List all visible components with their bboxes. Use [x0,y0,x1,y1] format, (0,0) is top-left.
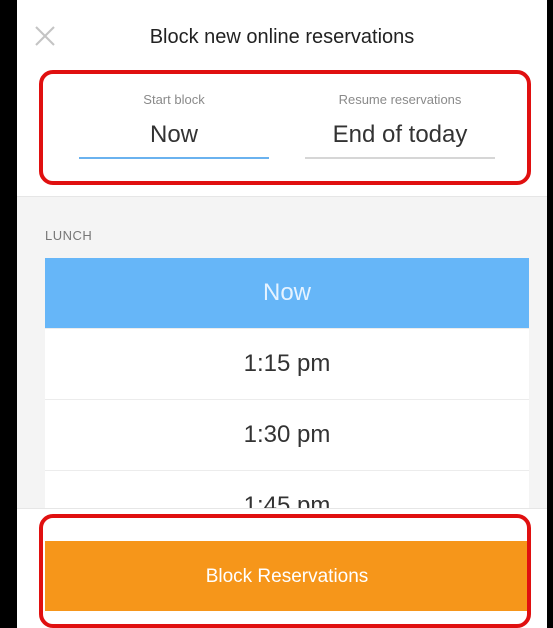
block-reservations-button[interactable]: Block Reservations [45,541,529,611]
resume-reservations-label: Resume reservations [338,92,462,107]
resume-reservations-value[interactable]: End of today [305,121,495,159]
resume-reservations-field[interactable]: Resume reservations End of today [305,92,495,159]
page-title: Block new online reservations [149,26,415,48]
time-option-now[interactable]: Now [45,258,529,329]
header: Block new online reservations [17,0,547,73]
time-option[interactable]: 1:45 pm [45,471,529,508]
start-block-value[interactable]: Now [79,121,269,159]
footer: Block Reservations [17,508,547,628]
start-block-field[interactable]: Start block Now [79,92,269,159]
reservation-block-panel: Block new online reservations Start bloc… [17,0,547,628]
time-option[interactable]: 1:15 pm [45,329,529,400]
time-option[interactable]: 1:30 pm [45,400,529,471]
section-label-lunch: LUNCH [45,228,93,243]
time-list[interactable]: Now 1:15 pm 1:30 pm 1:45 pm [45,258,529,508]
start-block-label: Start block [143,92,205,107]
time-range-selector: Start block Now Resume reservations End … [17,72,547,197]
